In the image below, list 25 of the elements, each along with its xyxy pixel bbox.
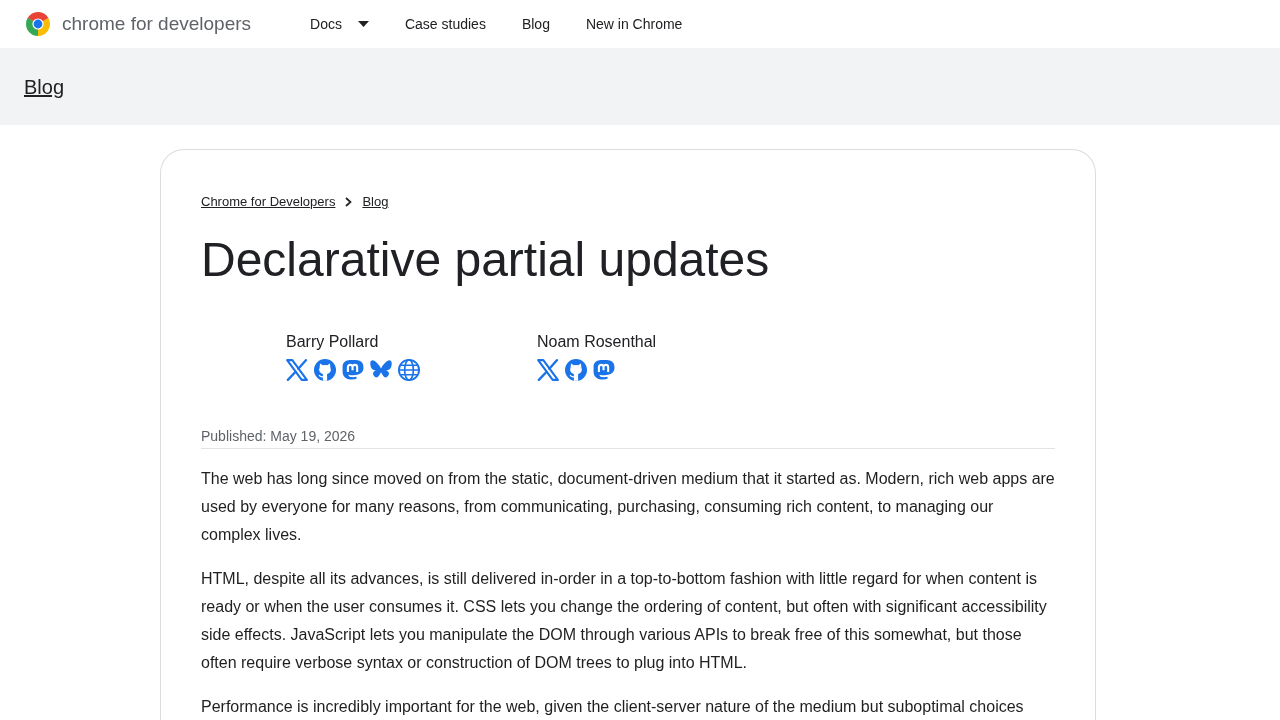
published-date: Published: May 19, 2026 xyxy=(201,427,356,444)
chrome-logo-icon xyxy=(26,12,50,36)
caret-icon xyxy=(357,21,369,27)
github-logo-icon[interactable] xyxy=(314,358,336,381)
x-logo-icon[interactable] xyxy=(286,358,308,381)
chevron-right-icon xyxy=(345,196,353,207)
globe-icon[interactable] xyxy=(398,358,420,381)
github-logo-icon[interactable] xyxy=(565,358,587,381)
nav-dropdown[interactable]: Docs xyxy=(292,0,387,48)
section-title-link[interactable]: Blog xyxy=(24,71,65,102)
nav-link[interactable]: New in Chrome xyxy=(567,0,701,48)
mastodon-logo-icon[interactable] xyxy=(593,358,615,381)
nav-link[interactable]: Blog xyxy=(503,0,568,48)
x-logo-icon[interactable] xyxy=(537,358,559,381)
body-paragraph: HTML, despite all its advances, is still delivered in-order in a top-to-bottom fashion with little regard for when content is ready or when the user consumes it. CSS lets you change the ordering of content, but often with significant accessibility side effects. JavaScript lets you manipulate the DOM through various APIs to break free of this somewhat, but those often require verbose syntax or construction of DOM trees to plug into HTML. xyxy=(201,568,1048,673)
breadcrumb-link[interactable]: Blog xyxy=(362,192,389,212)
article-title: Declarative partial updates xyxy=(201,231,771,288)
author-name: Barry Pollard xyxy=(286,331,380,352)
logo-link[interactable]: chrome for developers xyxy=(26,9,252,39)
body-paragraph: Performance is incredibly important for the web, given the client-server nature of the medium but suboptimal choices xyxy=(201,696,1025,717)
mastodon-logo-icon[interactable] xyxy=(342,358,364,381)
nav-link[interactable]: Case studies xyxy=(386,0,504,48)
author-name: Noam Rosenthal xyxy=(537,331,658,352)
body-paragraph: The web has long since moved on from the static, document-driven medium that it started as. Modern, rich web apps are used by everyone for many reasons, from communicating, purchasing, consuming rich content, to managing our complex lives. xyxy=(201,468,1055,545)
breadcrumb-link[interactable]: Chrome for Developers xyxy=(201,192,336,212)
